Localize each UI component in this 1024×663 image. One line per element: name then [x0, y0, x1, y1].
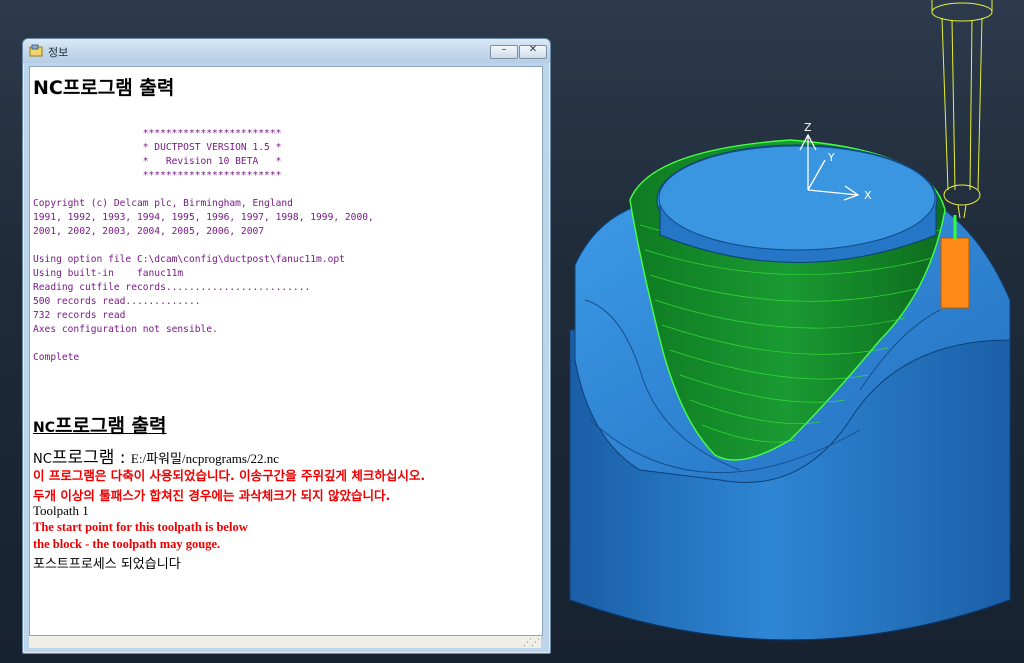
start-point-warning: The start point for this toolpath is bel…: [33, 520, 248, 534]
multiaxis-warning: 이 프로그램은 다축이 사용되었습니다. 이송구간을 주위깊게 체크하십시오.: [33, 468, 426, 483]
info-window[interactable]: 정보 – ✕ NC프로그램 출력 ***********************…: [22, 38, 551, 654]
postprocess-complete: 포스트프로세스 되었습니다: [33, 557, 181, 572]
minimize-icon: –: [501, 44, 507, 55]
report-heading: NC프로그램 출력: [33, 77, 175, 99]
close-icon: ✕: [528, 44, 538, 55]
banner-line: * DUCTPOST VERSION 1.5 *: [33, 142, 282, 153]
section-title-text: 프로그램 출력: [55, 415, 167, 437]
resize-grip-icon[interactable]: ⋰⋰: [523, 638, 540, 648]
gouge-check-warning: 두개 이상의 툴패스가 합쳐진 경우에는 과삭체크가 되지 않았습니다.: [33, 488, 391, 503]
window-titlebar[interactable]: 정보 – ✕: [23, 39, 550, 63]
log-line: Reading cutfile records.................…: [33, 282, 311, 293]
minimize-button[interactable]: –: [490, 44, 518, 59]
status-bar: ⋰⋰: [29, 636, 541, 648]
banner-line: ************************: [33, 170, 282, 181]
log-line: Using option file C:\dcam\config\ductpos…: [33, 254, 345, 265]
info-app-icon: [29, 44, 43, 57]
log-line: 732 records read: [33, 310, 126, 321]
axis-x-label: X: [864, 189, 872, 202]
nc-program-path: E:/파워밀/ncprograms/22.nc: [130, 451, 280, 466]
window-title: 정보: [48, 46, 69, 59]
copyright-line: 2001, 2002, 2003, 2004, 2005, 2006, 2007: [33, 226, 265, 237]
complete-line: Complete: [33, 352, 80, 363]
copyright-line: Copyright (c) Delcam plc, Birmingham, En…: [33, 198, 293, 209]
section-title: NC프로그램 출력: [33, 411, 167, 438]
banner-line: * Revision 10 BETA *: [33, 156, 282, 167]
copyright-line: 1991, 1992, 1993, 1994, 1995, 1996, 1997…: [33, 212, 374, 223]
section-title-prefix: NC: [33, 420, 55, 436]
axis-y-label: Y: [827, 151, 835, 164]
start-point-warning-2: the block - the toolpath may gouge.: [33, 537, 221, 551]
banner-line: ************************: [33, 128, 282, 139]
toolpath-label: Toolpath 1: [33, 503, 89, 518]
report-content[interactable]: NC프로그램 출력 ************************ * DUC…: [29, 66, 543, 636]
axis-z-label: Z: [804, 121, 812, 134]
log-line: Axes configuration not sensible.: [33, 324, 218, 335]
log-line: 500 records read.............: [33, 296, 201, 307]
close-button[interactable]: ✕: [519, 44, 547, 59]
log-line: Using built-in fanuc11m: [33, 268, 184, 279]
